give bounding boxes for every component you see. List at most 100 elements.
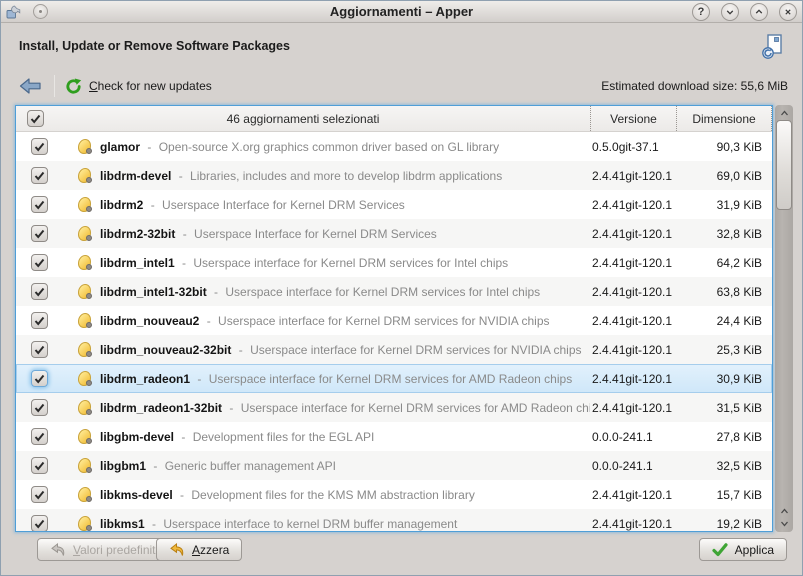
back-button[interactable] [19, 77, 42, 95]
package-icon [78, 139, 91, 154]
package-size: 19,2 KiB [676, 517, 772, 531]
select-all-checkbox[interactable] [27, 110, 44, 127]
check-updates-button[interactable]: Check for new updates [65, 78, 212, 95]
package-checkbox[interactable] [31, 196, 48, 213]
pin-button[interactable] [33, 4, 48, 19]
column-header-size[interactable]: Dimensione [676, 106, 772, 131]
package-name: libgbm1 [100, 459, 146, 473]
software-updates-icon [760, 33, 786, 64]
package-row[interactable]: libdrm_radeon1-32bit - Userspace interfa… [16, 393, 772, 422]
apper-app-icon [6, 4, 21, 19]
checkmark-icon [34, 461, 45, 471]
package-checkbox[interactable] [31, 457, 48, 474]
package-name: libdrm_intel1-32bit [100, 285, 207, 299]
package-size: 64,2 KiB [676, 256, 772, 270]
name-description-separator: - [153, 459, 157, 473]
checkbox-cell [16, 457, 62, 474]
checkbox-cell [16, 225, 62, 242]
package-checkbox[interactable] [31, 254, 48, 271]
checkbox-cell [16, 399, 62, 416]
column-header-version[interactable]: Versione [590, 106, 676, 131]
name-description-separator: - [151, 198, 155, 212]
package-row[interactable]: libdrm_intel1-32bit - Userspace interfac… [16, 277, 772, 306]
checkmark-icon [34, 316, 45, 326]
column-header-selection[interactable]: 46 aggiornamenti selezionati [16, 106, 590, 131]
reset-button[interactable]: Azzera [156, 538, 242, 561]
scrollbar-thumb[interactable] [776, 120, 792, 210]
package-size: 69,0 KiB [676, 169, 772, 183]
help-button[interactable]: ? [692, 3, 710, 21]
package-icon [78, 197, 91, 212]
defaults-button[interactable]: Valori predefiniti [37, 538, 171, 561]
package-size: 31,5 KiB [676, 401, 772, 415]
checkmark-icon [34, 142, 45, 152]
undo-icon [169, 543, 185, 557]
package-name: libkms1 [100, 517, 145, 531]
scroll-up-button-bottom[interactable] [775, 504, 793, 517]
package-checkbox[interactable] [31, 312, 48, 329]
package-size: 63,8 KiB [676, 285, 772, 299]
package-row[interactable]: libdrm2-32bit - Userspace Interface for … [16, 219, 772, 248]
package-checkbox[interactable] [31, 225, 48, 242]
package-row[interactable]: libkms1 - Userspace interface to kernel … [16, 509, 772, 532]
name-description-separator: - [183, 227, 187, 241]
package-list: glamor - Open-source X.org graphics comm… [16, 132, 772, 532]
scroll-up-button[interactable] [775, 105, 793, 120]
package-row[interactable]: glamor - Open-source X.org graphics comm… [16, 132, 772, 161]
package-row[interactable]: libdrm_nouveau2 - Userspace interface fo… [16, 306, 772, 335]
package-icon [78, 487, 91, 502]
checkbox-cell [16, 515, 62, 532]
package-description: Development files for the EGL API [193, 430, 375, 444]
package-text: libdrm2 - Userspace Interface for Kernel… [100, 198, 590, 212]
package-description: Userspace Interface for Kernel DRM Servi… [194, 227, 437, 241]
package-checkbox[interactable] [31, 167, 48, 184]
toolbar: Check for new updates Estimated download… [1, 71, 802, 101]
package-version: 2.4.41git-120.1 [590, 169, 676, 183]
apply-button[interactable]: Applica [699, 538, 787, 561]
titlebar[interactable]: Aggiornamenti – Apper ? [1, 1, 802, 23]
package-size: 31,9 KiB [676, 198, 772, 212]
name-description-separator: - [180, 488, 184, 502]
package-checkbox[interactable] [31, 370, 48, 387]
checkmark-icon [34, 229, 45, 239]
package-text: libdrm_intel1-32bit - Userspace interfac… [100, 285, 590, 299]
minimize-button[interactable] [721, 3, 739, 21]
package-checkbox[interactable] [31, 341, 48, 358]
scroll-down-button[interactable] [775, 517, 793, 530]
package-icon [78, 168, 91, 183]
checkmark-icon [34, 345, 45, 355]
package-description: Userspace Interface for Kernel DRM Servi… [162, 198, 405, 212]
package-checkbox[interactable] [31, 428, 48, 445]
chevron-up-icon [780, 109, 789, 117]
package-row[interactable]: libdrm_nouveau2-32bit - Userspace interf… [16, 335, 772, 364]
checkmark-icon [34, 200, 45, 210]
checkbox-cell [16, 341, 62, 358]
package-row[interactable]: libdrm2 - Userspace Interface for Kernel… [16, 190, 772, 219]
package-checkbox[interactable] [31, 515, 48, 532]
maximize-button[interactable] [750, 3, 768, 21]
package-checkbox[interactable] [31, 399, 48, 416]
package-row[interactable]: libgbm-devel - Development files for the… [16, 422, 772, 451]
checkmark-icon [34, 258, 45, 268]
package-icon [78, 255, 91, 270]
package-icon [78, 284, 91, 299]
name-description-separator: - [197, 372, 201, 386]
package-icon [78, 429, 91, 444]
package-size: 27,8 KiB [676, 430, 772, 444]
scrollbar-track[interactable] [775, 105, 793, 532]
package-row[interactable]: libgbm1 - Generic buffer management API … [16, 451, 772, 480]
package-text: libdrm_radeon1-32bit - Userspace interfa… [100, 401, 590, 415]
checkmark-icon [34, 519, 45, 529]
name-description-separator: - [214, 285, 218, 299]
package-row[interactable]: libkms-devel - Development files for the… [16, 480, 772, 509]
package-checkbox[interactable] [31, 486, 48, 503]
package-checkbox[interactable] [31, 283, 48, 300]
package-description: Userspace interface for Kernel DRM servi… [193, 256, 508, 270]
package-checkbox[interactable] [31, 138, 48, 155]
package-description: Userspace interface for Kernel DRM servi… [218, 314, 549, 328]
chevron-down-icon [725, 7, 735, 17]
package-row[interactable]: libdrm_intel1 - Userspace interface for … [16, 248, 772, 277]
close-button[interactable] [779, 3, 797, 21]
package-row[interactable]: libdrm-devel - Libraries, includes and m… [16, 161, 772, 190]
package-row[interactable]: libdrm_radeon1 - Userspace interface for… [16, 364, 772, 393]
